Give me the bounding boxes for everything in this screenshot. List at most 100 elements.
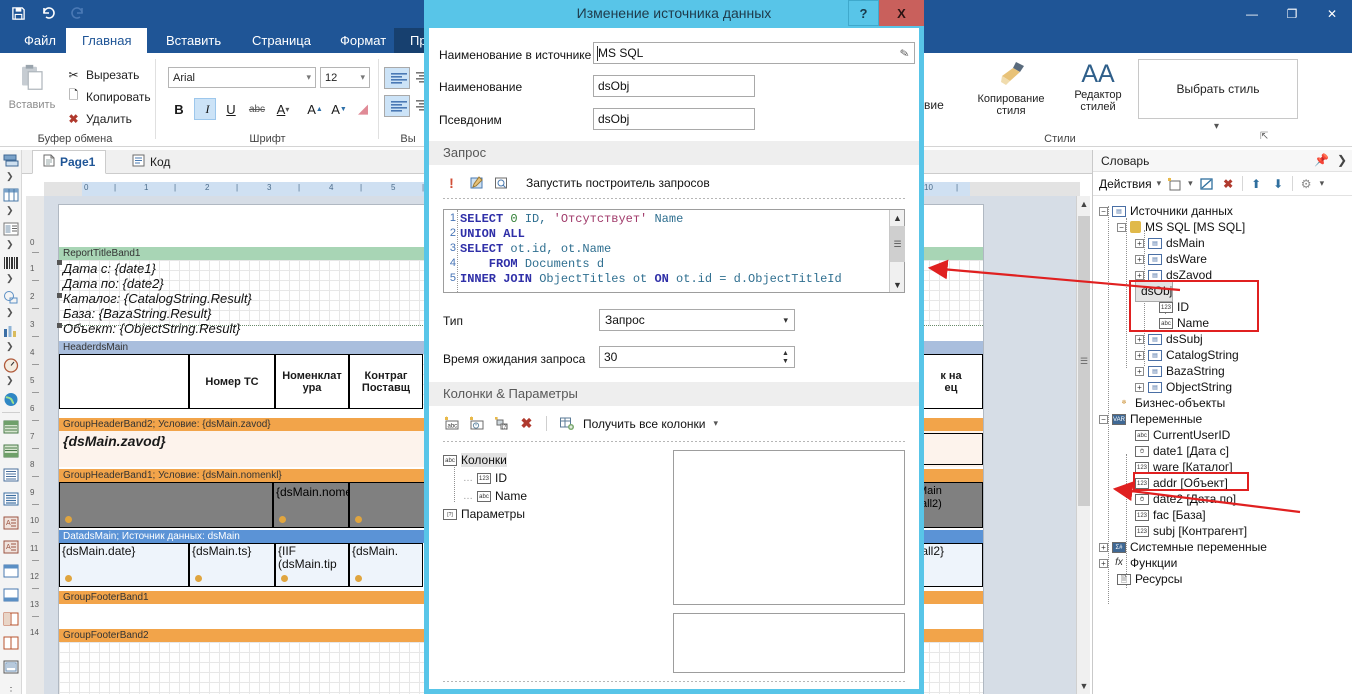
font-family-select[interactable]: Arial ▾ (168, 67, 316, 88)
chart-tool-icon[interactable] (2, 322, 20, 340)
italic-button[interactable]: I (194, 98, 216, 120)
parameters-root-node[interactable]: [?] Параметры (443, 507, 525, 521)
group1-cell[interactable] (59, 482, 273, 528)
tab-page[interactable]: Страница (236, 28, 327, 53)
chart-more-icon[interactable]: ❯ (6, 341, 14, 352)
tab-file[interactable]: Файл (8, 28, 72, 53)
actions-menu[interactable]: Действия (1099, 177, 1152, 191)
tree-node-dsmain[interactable]: + ▤ dsMain (1135, 235, 1205, 251)
scroll-up-icon[interactable]: ▲ (890, 210, 905, 225)
crosstab-tool-icon[interactable] (2, 186, 20, 204)
cut-button[interactable]: ✂ Вырезать (66, 67, 139, 82)
expand-toggle[interactable]: + (1135, 334, 1144, 344)
delete-button[interactable]: ✖ Удалить (66, 111, 131, 126)
tree-node-business-objects[interactable]: ❄ Бизнес-объекты (1117, 395, 1225, 411)
dialog-help-button[interactable]: ? (848, 0, 879, 26)
tree-node-dssubj[interactable]: + ▤ dsSubj (1135, 331, 1203, 347)
styles-dialog-launcher[interactable]: ⇱ (1260, 131, 1268, 142)
retrieve-columns-icon[interactable] (558, 415, 575, 432)
collapse-toggle[interactable]: − (1099, 414, 1108, 424)
font-color-button[interactable]: A ▾ (272, 98, 294, 120)
chevron-down-icon[interactable]: ▾ (1157, 178, 1162, 189)
restore-button[interactable]: ❐ (1272, 0, 1312, 28)
page-footer-icon[interactable] (2, 586, 20, 604)
scrollbar-thumb[interactable]: ☰ (890, 226, 905, 262)
tree-node-system-variables[interactable]: + Σ# Системные переменные (1099, 539, 1267, 555)
paste-button[interactable]: Вставить (4, 63, 60, 111)
pin-icon[interactable]: 📌 (1314, 153, 1329, 167)
expand-toggle[interactable]: + (1135, 254, 1144, 264)
preview-query-icon[interactable] (493, 174, 510, 191)
tree-node-subj[interactable]: 123 subj [Контрагент] (1135, 523, 1247, 539)
selection-handle[interactable] (57, 293, 62, 298)
expand-toggle[interactable]: + (1099, 542, 1108, 552)
tree-node-date2[interactable]: ⏱ date2 [Дата по] (1135, 491, 1236, 507)
font-size-select[interactable]: 12 ▾ (320, 67, 370, 88)
column-node-id[interactable]: … 123 ID (463, 471, 507, 485)
toolbar-collapse-icon[interactable]: ⋮ (2, 682, 20, 694)
text-tool-icon[interactable] (2, 220, 20, 238)
columns-root-node[interactable]: abc Колонки (443, 453, 507, 467)
tree-node-bazastring[interactable]: + ▤ BazaString (1135, 363, 1225, 379)
collapse-toggle[interactable]: − (1117, 222, 1126, 232)
retrieve-columns-label[interactable]: Получить все колонки (583, 417, 706, 431)
title-text-line[interactable]: База: {BazaString.Result} (63, 306, 212, 321)
edit-icon[interactable] (1198, 175, 1215, 192)
header-cell[interactable]: Контраг Поставщ (349, 354, 423, 409)
style-editor-button[interactable]: AА Редактор стилей (1062, 59, 1134, 113)
copy-style-button[interactable]: Копирование стиля (966, 59, 1056, 117)
gauge-more-icon[interactable]: ❯ (6, 375, 14, 386)
group1-right-cell[interactable]: Main .all2) (915, 482, 983, 528)
underline-button[interactable]: U (220, 98, 242, 120)
title-text-line[interactable]: Дата с: {date1} (63, 261, 156, 276)
new-item-icon[interactable] (1166, 175, 1183, 192)
header-band-icon[interactable] (2, 418, 20, 436)
data-cell[interactable]: {dsMain.date} (59, 543, 189, 587)
subreport-icon[interactable] (2, 658, 20, 676)
tree-node-mssql[interactable]: − MS SQL [MS SQL] (1117, 219, 1245, 235)
copy-button[interactable]: 🗋 Копировать (66, 88, 151, 104)
scroll-down-icon[interactable]: ▼ (890, 277, 905, 292)
band-tool-icon[interactable] (2, 152, 20, 170)
tab-home[interactable]: Главная (66, 28, 148, 53)
group-footer-band-icon[interactable]: A (2, 538, 20, 556)
undo-icon[interactable] (38, 3, 58, 23)
dialog-close-button[interactable]: X (879, 0, 924, 26)
new-column-icon[interactable]: abc (443, 415, 460, 432)
chevron-down-icon[interactable]: ▾ (714, 418, 719, 429)
barcode-tool-icon[interactable] (2, 254, 20, 272)
column-footer-icon[interactable] (2, 634, 20, 652)
query-builder-link[interactable]: Запустить построитель запросов (526, 176, 710, 190)
shape-tool-icon[interactable] (2, 288, 20, 306)
pick-style-button[interactable]: Выбрать стиль (1138, 59, 1298, 119)
tree-node-catalogstring[interactable]: + ▤ CatalogString (1135, 347, 1239, 363)
group-header-band-icon[interactable]: A (2, 514, 20, 532)
list-band-icon[interactable] (2, 490, 20, 508)
column-properties-pane[interactable] (673, 450, 905, 605)
header-cell[interactable]: Номер ТС (189, 354, 275, 409)
group2-right-cell[interactable] (915, 433, 983, 465)
header-cell[interactable]: к на ец (919, 354, 983, 409)
tree-node-fac[interactable]: 123 fac [База] (1135, 507, 1206, 523)
expand-toggle[interactable]: + (1135, 382, 1144, 392)
redo-icon[interactable] (68, 3, 88, 23)
shrink-font-button[interactable]: A ▼ (328, 98, 350, 120)
collapse-toggle[interactable]: − (1099, 206, 1108, 216)
delete-icon[interactable]: ✖ (518, 415, 535, 432)
alias-input[interactable]: dsObj (593, 108, 755, 130)
selection-handle[interactable] (57, 323, 62, 328)
tree-node-variables[interactable]: − VAR Переменные (1099, 411, 1202, 427)
footer-band-icon[interactable] (2, 442, 20, 460)
source-name-input[interactable]: MS SQL ✎ (593, 42, 915, 64)
data-band-icon[interactable] (2, 466, 20, 484)
clear-formatting-button[interactable]: ◢ (352, 98, 374, 120)
columns-tree[interactable]: abc Колонки … 123 ID … abc Name [?] Пара… (443, 450, 673, 640)
shape-more-icon[interactable]: ❯ (6, 307, 14, 318)
data-cell[interactable]: {dsMain. (349, 543, 423, 587)
save-icon[interactable] (8, 3, 28, 23)
tab-page1[interactable]: Page1 (32, 150, 107, 174)
chevron-down-icon[interactable]: ▾ (1188, 178, 1193, 189)
stepper-icon[interactable]: ▲ ▼ (778, 348, 793, 368)
scrollbar-thumb[interactable]: ☰ (1078, 216, 1090, 506)
close-button[interactable]: ✕ (1312, 0, 1352, 28)
